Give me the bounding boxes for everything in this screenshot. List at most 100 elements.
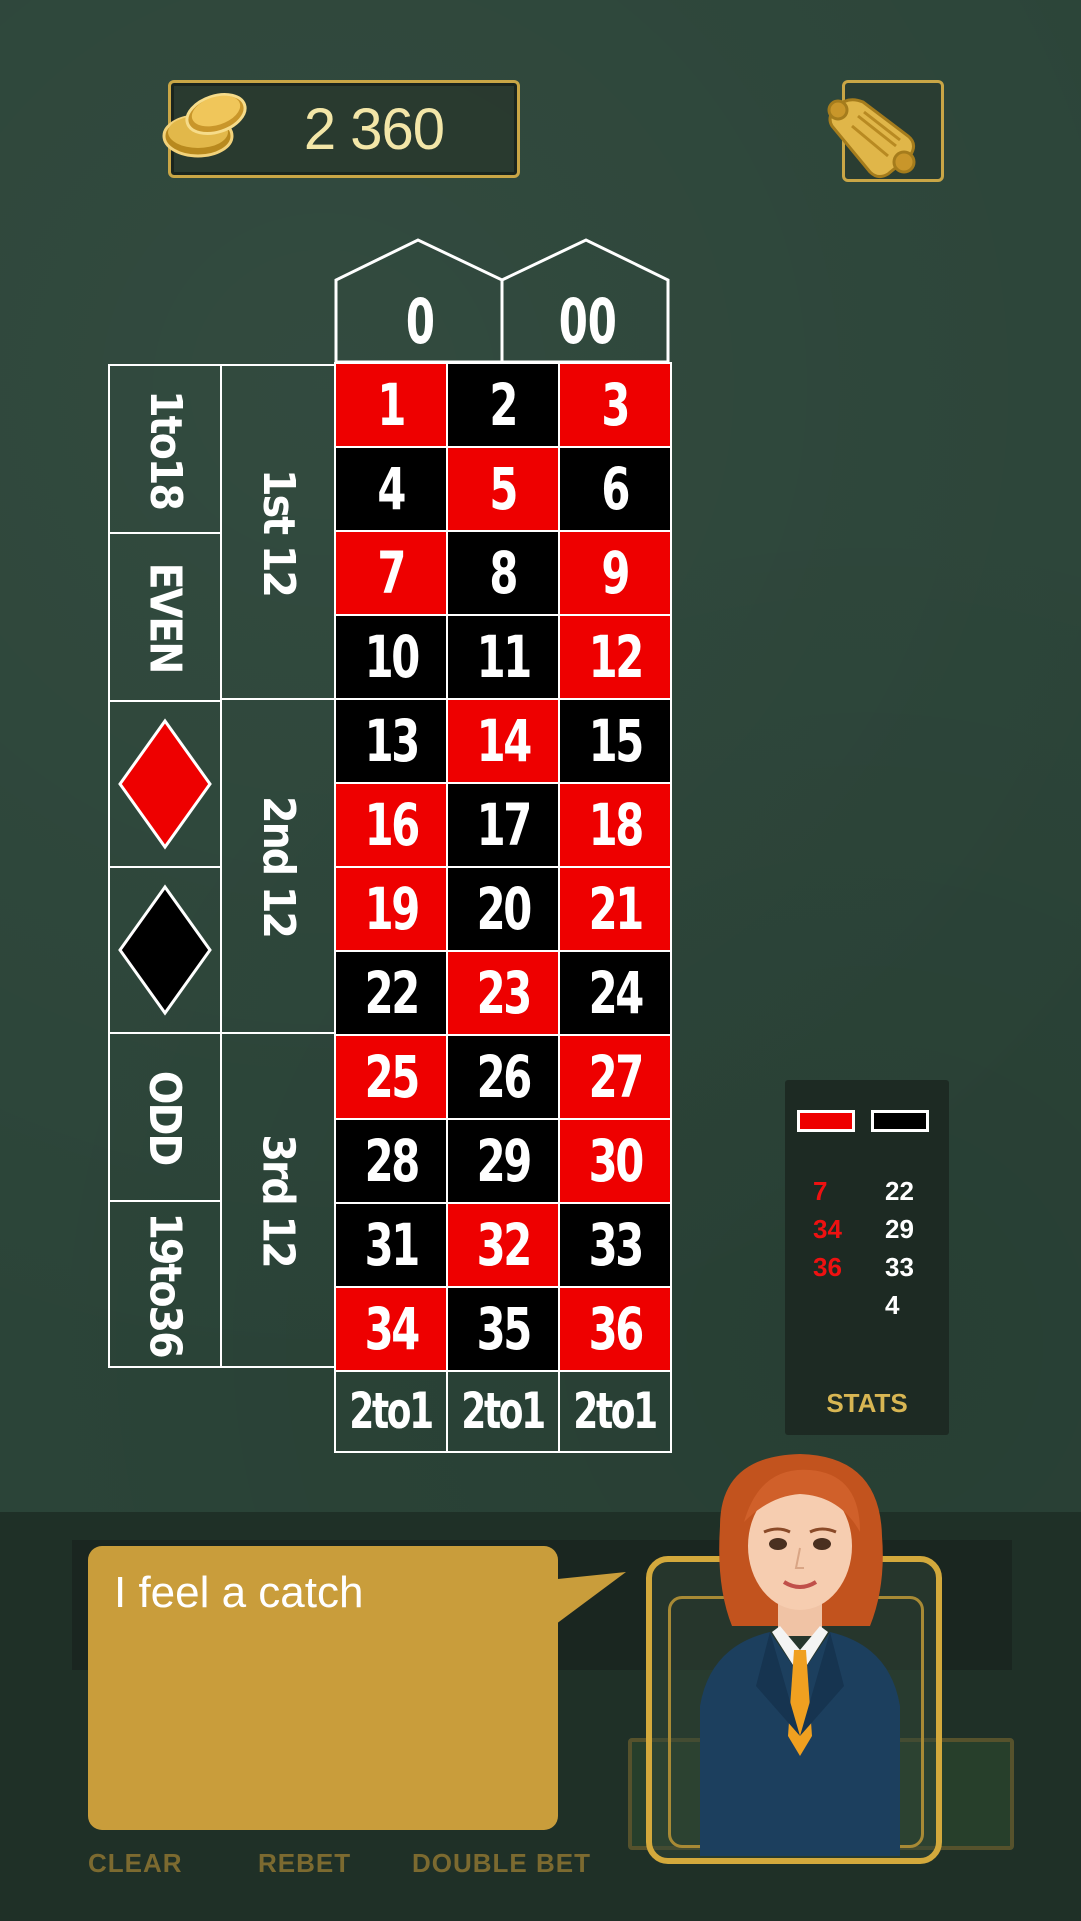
- number-label: 1: [377, 371, 407, 439]
- number-label: 26: [476, 1043, 532, 1111]
- number-label: 25: [364, 1043, 420, 1111]
- bet-black[interactable]: [108, 866, 222, 1034]
- bet-dozen-2[interactable]: 2nd 12: [220, 698, 336, 1034]
- bet-number-13[interactable]: 13: [334, 698, 448, 784]
- bet-number-22[interactable]: 22: [334, 950, 448, 1036]
- bet-number-9[interactable]: 9: [558, 530, 672, 616]
- black-diamond-icon: [118, 884, 212, 1016]
- bet-number-12[interactable]: 12: [558, 614, 672, 700]
- bet-number-26[interactable]: 26: [446, 1034, 560, 1120]
- bet-number-15[interactable]: 15: [558, 698, 672, 784]
- number-label: 9: [601, 539, 631, 607]
- bet-even[interactable]: EVEN: [108, 532, 222, 702]
- dozen-3-label: 3rd 12: [252, 1133, 304, 1267]
- rebet-button[interactable]: REBET: [258, 1848, 351, 1879]
- bet-number-24[interactable]: 24: [558, 950, 672, 1036]
- number-label: 29: [476, 1127, 532, 1195]
- bet-red[interactable]: [108, 700, 222, 868]
- bet-1to18[interactable]: 1to18: [108, 364, 222, 534]
- bet-number-14[interactable]: 14: [446, 698, 560, 784]
- column-2-label: 2to1: [461, 1381, 547, 1440]
- bet-number-31[interactable]: 31: [334, 1202, 448, 1288]
- clear-button[interactable]: CLEAR: [88, 1848, 183, 1879]
- speech-bubble: I feel a catch: [88, 1546, 558, 1830]
- bet-number-4[interactable]: 4: [334, 446, 448, 532]
- bet-number-5[interactable]: 5: [446, 446, 560, 532]
- number-label: 11: [476, 623, 532, 691]
- bet-number-19[interactable]: 19: [334, 866, 448, 952]
- bet-number-36[interactable]: 36: [558, 1286, 672, 1372]
- bet-column-2[interactable]: 2to1: [446, 1368, 560, 1453]
- bet-number-20[interactable]: 20: [446, 866, 560, 952]
- dozen-2-label: 2nd 12: [252, 795, 304, 937]
- number-label: 17: [476, 791, 532, 859]
- bet-number-35[interactable]: 35: [446, 1286, 560, 1372]
- bet-dozen-1[interactable]: 1st 12: [220, 364, 336, 700]
- number-label: 33: [588, 1211, 644, 1279]
- bet-number-11[interactable]: 11: [446, 614, 560, 700]
- number-label: 22: [364, 959, 420, 1027]
- number-label: 30: [588, 1127, 644, 1195]
- number-label: 21: [588, 875, 644, 943]
- bet-column-1[interactable]: 2to1: [334, 1368, 448, 1453]
- bet-dozen-3[interactable]: 3rd 12: [220, 1032, 336, 1368]
- number-label: 27: [588, 1043, 644, 1111]
- bet-number-29[interactable]: 29: [446, 1118, 560, 1204]
- bet-number-10[interactable]: 10: [334, 614, 448, 700]
- stats-panel[interactable]: 7 34 36 22 29 33 4 STATS: [785, 1080, 949, 1435]
- number-label: 31: [364, 1211, 420, 1279]
- double-zero-label: 00: [558, 284, 618, 358]
- bet-number-25[interactable]: 25: [334, 1034, 448, 1120]
- number-label: 5: [489, 455, 519, 523]
- bet-number-6[interactable]: 6: [558, 446, 672, 532]
- stats-label: STATS: [826, 1388, 908, 1418]
- bet-number-16[interactable]: 16: [334, 782, 448, 868]
- column-1-label: 2to1: [349, 1381, 435, 1440]
- bet-number-21[interactable]: 21: [558, 866, 672, 952]
- bet-number-28[interactable]: 28: [334, 1118, 448, 1204]
- bet-number-7[interactable]: 7: [334, 530, 448, 616]
- bet-number-34[interactable]: 34: [334, 1286, 448, 1372]
- bet-number-8[interactable]: 8: [446, 530, 560, 616]
- number-label: 15: [588, 707, 644, 775]
- bet-number-23[interactable]: 23: [446, 950, 560, 1036]
- bet-number-2[interactable]: 2: [446, 362, 560, 448]
- double-bet-button[interactable]: DOUBLE BET: [412, 1848, 591, 1879]
- bet-number-17[interactable]: 17: [446, 782, 560, 868]
- number-label: 2: [489, 371, 519, 439]
- bet-number-27[interactable]: 27: [558, 1034, 672, 1120]
- red-diamond-icon: [118, 718, 212, 850]
- bet-19to36[interactable]: 19to36: [108, 1200, 222, 1368]
- bet-double-zero[interactable]: 00: [504, 280, 672, 362]
- number-label: 19: [364, 875, 420, 943]
- balance-value: 2 360: [303, 96, 445, 162]
- bet-number-32[interactable]: 32: [446, 1202, 560, 1288]
- 1to18-label: 1to18: [139, 389, 191, 509]
- scroll-icon: [827, 98, 916, 179]
- bet-column-3[interactable]: 2to1: [558, 1368, 672, 1453]
- number-label: 7: [377, 539, 407, 607]
- even-label: EVEN: [139, 562, 191, 672]
- number-label: 6: [601, 455, 631, 523]
- bet-zero[interactable]: 0: [336, 280, 504, 362]
- bet-odd[interactable]: ODD: [108, 1032, 222, 1202]
- bet-number-30[interactable]: 30: [558, 1118, 672, 1204]
- number-label: 32: [476, 1211, 532, 1279]
- number-label: 36: [588, 1295, 644, 1363]
- stats-red-3: 36: [813, 1252, 842, 1282]
- stats-black-4: 4: [885, 1290, 900, 1320]
- dozen-1-label: 1st 12: [252, 468, 304, 596]
- number-label: 12: [588, 623, 644, 691]
- number-label: 24: [588, 959, 644, 1027]
- stats-black-1: 22: [885, 1176, 914, 1206]
- bet-number-33[interactable]: 33: [558, 1202, 672, 1288]
- bet-number-3[interactable]: 3: [558, 362, 672, 448]
- number-label: 14: [476, 707, 532, 775]
- bet-number-1[interactable]: 1: [334, 362, 448, 448]
- dealer-speech-text: I feel a catch: [114, 1568, 364, 1617]
- bet-number-18[interactable]: 18: [558, 782, 672, 868]
- red-marker: [797, 1110, 855, 1132]
- roulette-board: 0 00 2to1 2to1 2to1 1st 12 2nd 12 3rd 12…: [108, 238, 678, 1453]
- number-label: 23: [476, 959, 532, 1027]
- stats-red-1: 7: [813, 1176, 828, 1206]
